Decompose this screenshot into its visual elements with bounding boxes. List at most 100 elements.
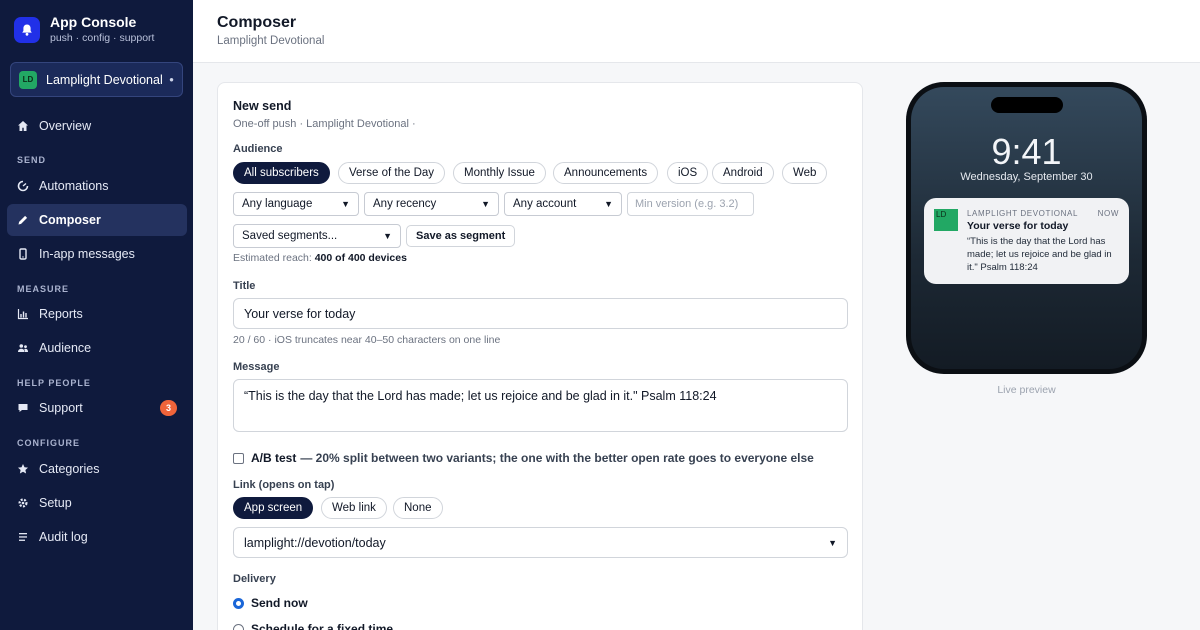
chip-web-link[interactable]: Web link — [321, 497, 387, 519]
delivery-now-label: Send now — [251, 596, 308, 610]
nav-audit-label: Audit log — [39, 530, 88, 544]
nav-overview-label: Overview — [39, 119, 92, 133]
reach-value: 400 of 400 devices — [314, 252, 407, 264]
chevron-down-icon: ▼ — [604, 199, 613, 209]
nav-overview[interactable]: Overview — [7, 110, 187, 142]
delivery-fixed-option[interactable]: Schedule for a fixed time — [233, 622, 393, 630]
recency-select[interactable]: Any recency ▼ — [364, 192, 499, 216]
account-select[interactable]: Any account ▼ — [504, 192, 622, 216]
nav-automations[interactable]: Automations — [7, 170, 187, 202]
workspace-name: Lamplight Devotional — [46, 72, 163, 87]
chip-web[interactable]: Web — [782, 162, 828, 184]
title-hint: 20 / 60 · iOS truncates near 40–50 chara… — [233, 334, 501, 346]
nav-audience[interactable]: Audience — [7, 332, 187, 364]
chip-none[interactable]: None — [393, 497, 443, 519]
nav-section-configure: CONFIGURE — [17, 438, 80, 448]
notification-body: “This is the day that the Lord has made;… — [967, 236, 1112, 273]
language-select[interactable]: Any language ▼ — [233, 192, 359, 216]
title-input[interactable]: Your verse for today — [233, 298, 848, 329]
link-select-value: lamplight://devotion/today — [244, 535, 386, 550]
notification-title: Your verse for today — [967, 220, 1069, 232]
nav-setup[interactable]: Setup — [7, 487, 187, 519]
save-as-segment-button[interactable]: Save as segment — [406, 225, 516, 247]
lock-screen-time: 9:41 — [991, 131, 1062, 172]
min-version-input[interactable]: Min version (e.g. 3.2) — [627, 192, 754, 216]
app-subtitle: push · config · support — [50, 32, 155, 44]
nav-section-measure: MEASURE — [17, 284, 70, 294]
link-select[interactable]: lamplight://devotion/today ▼ — [233, 527, 848, 558]
preview-caption: Live preview — [997, 384, 1056, 396]
audience-label: Audience — [233, 143, 283, 155]
message-textarea[interactable]: “This is the day that the Lord has made;… — [233, 379, 848, 432]
notification-time: NOW — [1097, 209, 1119, 218]
app-title: App Console — [50, 14, 137, 30]
nav-categories-label: Categories — [39, 462, 100, 476]
reach-label: Estimated reach: — [233, 252, 312, 264]
delivery-now-radio[interactable] — [233, 597, 244, 609]
card-title: New send — [233, 99, 292, 113]
saved-segments-value: Saved segments... — [242, 230, 338, 242]
sidebar: App Console push · config · support LD L… — [0, 0, 193, 630]
nav-section-send: SEND — [17, 155, 47, 165]
chip-monthly-issue[interactable]: Monthly Issue — [453, 162, 546, 184]
workspace-switcher[interactable]: LD Lamplight Devotional ● — [10, 62, 183, 97]
title-label: Title — [233, 280, 256, 292]
caret-icon: ● — [169, 75, 174, 84]
chip-app-screen[interactable]: App screen — [233, 497, 314, 519]
nav-support[interactable]: Support 3 — [7, 392, 187, 424]
phone-lock-screen: 9:41 Wednesday, September 30 LD LAMPLIGH… — [911, 87, 1142, 369]
message-label: Message — [233, 361, 280, 373]
account-select-value: Any account — [513, 198, 577, 210]
chat-icon — [16, 401, 30, 415]
delivery-fixed-radio[interactable] — [233, 623, 244, 630]
ab-test-label: A/B test — [251, 451, 297, 465]
saved-segments-select[interactable]: Saved segments... ▼ — [233, 224, 401, 248]
chevron-down-icon: ▼ — [481, 199, 490, 209]
home-icon — [16, 119, 30, 133]
nav-reports[interactable]: Reports — [7, 298, 187, 330]
phone-icon — [16, 247, 30, 261]
chip-verse-of-the-day[interactable]: Verse of the Day — [338, 162, 446, 184]
nav-categories[interactable]: Categories — [7, 453, 187, 485]
nav-inapp-messages[interactable]: In-app messages — [7, 238, 187, 270]
delivery-now-option[interactable]: Send now — [233, 596, 308, 610]
page-title: Composer — [217, 14, 297, 31]
star-icon — [16, 462, 30, 476]
app-icon: LD — [934, 209, 958, 231]
nav-audit-log[interactable]: Audit log — [7, 521, 187, 553]
ab-test-row: A/B test — 20% split between two variant… — [233, 451, 814, 465]
brand: App Console push · config · support — [14, 14, 154, 45]
chevron-down-icon: ▼ — [341, 199, 350, 209]
nav-section-help: HELP PEOPLE — [17, 378, 91, 388]
workspace-badge: LD — [19, 70, 37, 89]
nav-composer[interactable]: Composer — [7, 204, 187, 236]
page-subtitle: Lamplight Devotional — [217, 35, 325, 47]
chevron-down-icon: ▼ — [828, 537, 837, 548]
nav-reports-label: Reports — [39, 307, 83, 321]
chip-android[interactable]: Android — [712, 162, 774, 184]
nav-composer-label: Composer — [39, 213, 101, 227]
chip-announcements[interactable]: Announcements — [553, 162, 659, 184]
notification-preview: LD LAMPLIGHT DEVOTIONAL NOW Your verse f… — [924, 198, 1129, 284]
bell-icon — [14, 16, 40, 43]
chip-ios[interactable]: iOS — [667, 162, 709, 184]
language-select-value: Any language — [242, 198, 313, 210]
delivery-label: Delivery — [233, 573, 276, 585]
card-subtitle: One-off push · Lamplight Devotional · — [233, 118, 416, 130]
list-icon — [16, 530, 30, 544]
nav-audience-label: Audience — [39, 341, 92, 355]
chip-all-subscribers[interactable]: All subscribers — [233, 162, 330, 184]
recency-select-value: Any recency — [373, 198, 437, 210]
composer-card: New send One-off push · Lamplight Devoti… — [217, 82, 863, 630]
nav-inapp-label: In-app messages — [39, 247, 135, 261]
users-icon — [16, 341, 30, 355]
bar-chart-icon — [16, 307, 30, 321]
gear-icon — [16, 496, 30, 510]
delivery-fixed-label: Schedule for a fixed time — [251, 622, 394, 630]
nav-setup-label: Setup — [39, 496, 72, 510]
page-header: Composer Lamplight Devotional — [193, 0, 1200, 63]
ab-test-checkbox[interactable] — [233, 452, 244, 464]
gauge-icon — [16, 179, 30, 193]
link-label: Link (opens on tap) — [233, 479, 335, 491]
chevron-down-icon: ▼ — [383, 231, 392, 241]
